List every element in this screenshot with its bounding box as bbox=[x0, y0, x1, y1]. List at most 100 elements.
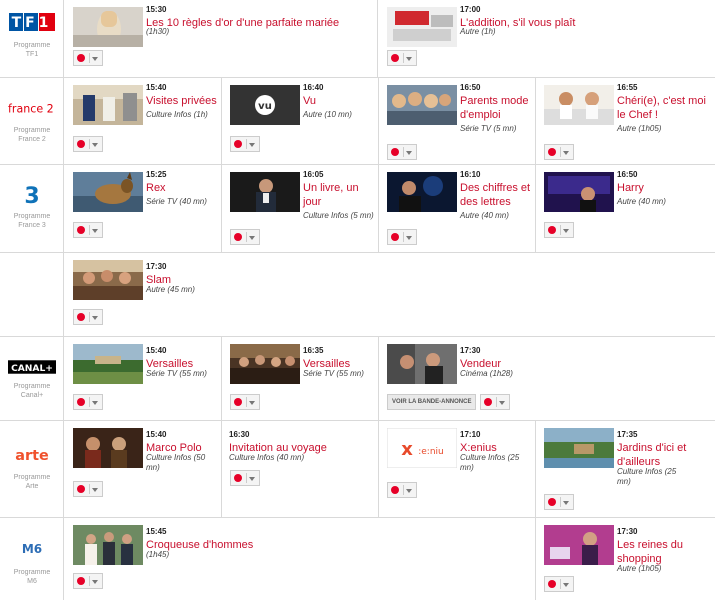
record-button[interactable] bbox=[230, 136, 260, 152]
chevron-down-icon bbox=[92, 488, 98, 492]
program-title[interactable]: Des chiffres et des lettres bbox=[460, 181, 535, 209]
record-icon bbox=[391, 233, 399, 241]
program-thumbnail[interactable] bbox=[73, 428, 143, 468]
program-title[interactable]: Les reines du shopping bbox=[617, 538, 697, 566]
program-time: 15:45 bbox=[146, 527, 167, 536]
record-button[interactable] bbox=[480, 394, 510, 410]
record-button[interactable] bbox=[230, 394, 260, 410]
record-button[interactable] bbox=[387, 482, 417, 498]
program-time: 16:50 bbox=[460, 83, 481, 92]
canal-logo[interactable]: CANAL+ bbox=[8, 355, 56, 379]
program-thumbnail[interactable] bbox=[544, 172, 614, 212]
channel-label-name: France 2 bbox=[18, 136, 46, 143]
record-icon bbox=[234, 140, 242, 148]
arte-logo[interactable]: arte bbox=[8, 443, 56, 467]
channel-blank bbox=[0, 253, 64, 336]
program-meta: Culture Infos (25 mn) bbox=[617, 467, 677, 486]
program-thumbnail[interactable] bbox=[387, 172, 457, 212]
program-title[interactable]: Chéri(e), c'est moi le Chef ! bbox=[617, 94, 709, 122]
program-title[interactable]: Visites privées bbox=[146, 94, 221, 108]
program-meta: Autre (40 mn) bbox=[617, 197, 666, 206]
france2-logo[interactable]: france 2 bbox=[8, 96, 56, 120]
record-button[interactable] bbox=[73, 136, 103, 152]
record-button[interactable] bbox=[73, 394, 103, 410]
program-thumbnail[interactable] bbox=[73, 260, 143, 300]
channel-canal[interactable]: CANAL+ Programme Canal+ bbox=[0, 337, 64, 420]
chevron-down-icon bbox=[249, 401, 255, 405]
program-cell: vu 16:40 Vu Autre (10 mn) bbox=[222, 78, 379, 164]
program-thumbnail[interactable] bbox=[544, 85, 614, 125]
channel-france2[interactable]: france 2 Programme France 2 bbox=[0, 78, 64, 164]
trailer-button[interactable]: VOIR LA BANDE-ANNONCE bbox=[387, 394, 477, 410]
record-button[interactable] bbox=[73, 222, 103, 238]
chevron-down-icon bbox=[249, 477, 255, 481]
program-cell: 16:10 Des chiffres et des lettres Autre … bbox=[379, 165, 536, 252]
program-meta: Autre (1h) bbox=[460, 27, 496, 36]
record-icon bbox=[77, 54, 85, 62]
program-thumbnail[interactable] bbox=[544, 525, 614, 565]
record-button[interactable] bbox=[73, 481, 103, 497]
record-icon bbox=[548, 148, 556, 156]
record-button[interactable] bbox=[544, 144, 574, 160]
program-thumbnail[interactable] bbox=[230, 172, 300, 212]
program-cell: 17:30 Vendeur Cinéma (1h28) VOIR LA BAND… bbox=[379, 337, 715, 420]
program-title[interactable]: Parents mode d'emploi bbox=[460, 94, 535, 122]
program-title[interactable]: L'addition, s'il vous plaît bbox=[460, 16, 700, 30]
program-thumbnail[interactable] bbox=[387, 85, 457, 125]
record-button[interactable] bbox=[73, 50, 103, 66]
program-thumbnail[interactable] bbox=[387, 7, 457, 47]
record-button[interactable] bbox=[387, 144, 417, 160]
france3-logo[interactable]: 3 bbox=[8, 183, 56, 207]
record-icon bbox=[234, 233, 242, 241]
record-button[interactable] bbox=[230, 229, 260, 245]
record-button[interactable] bbox=[387, 50, 417, 66]
program-title[interactable]: Les 10 règles d'or d'une parfaite mariée bbox=[146, 16, 366, 30]
m6-logo[interactable]: M6 bbox=[8, 535, 56, 561]
record-button[interactable] bbox=[544, 494, 574, 510]
program-title[interactable]: Vu bbox=[303, 94, 378, 108]
record-button[interactable] bbox=[387, 229, 417, 245]
program-cell: 16:50 Harry Autre (40 mn) bbox=[536, 165, 715, 252]
program-meta: Culture Infos (1h) bbox=[146, 110, 208, 119]
program-thumbnail[interactable] bbox=[544, 428, 614, 468]
chevron-down-icon bbox=[406, 151, 412, 155]
program-thumbnail[interactable] bbox=[73, 7, 143, 47]
channel-france3[interactable]: 3 Programme France 3 bbox=[0, 165, 64, 252]
channel-tf1[interactable]: TF1 Programme TF1 bbox=[0, 0, 64, 77]
program-cell: 15:45 Croqueuse d'hommes (1h45) bbox=[65, 518, 536, 600]
program-thumbnail[interactable] bbox=[73, 85, 143, 125]
record-button[interactable] bbox=[544, 222, 574, 238]
program-thumbnail[interactable] bbox=[73, 344, 143, 384]
program-title[interactable]: Jardins d'ici et d'ailleurs bbox=[617, 441, 709, 469]
program-title[interactable]: Rex bbox=[146, 181, 221, 195]
channel-arte[interactable]: arte Programme Arte bbox=[0, 421, 64, 517]
m6-logo-text: M6 bbox=[22, 542, 42, 556]
record-icon bbox=[77, 140, 85, 148]
program-meta: Autre (1h05) bbox=[617, 124, 662, 133]
program-title[interactable]: Harry bbox=[617, 181, 709, 195]
program-thumbnail[interactable] bbox=[230, 344, 300, 384]
program-thumbnail[interactable]: x:e:niu bbox=[387, 428, 457, 468]
program-cell: 17:00 L'addition, s'il vous plaît Autre … bbox=[379, 0, 715, 77]
channel-m6[interactable]: M6 Programme M6 bbox=[0, 518, 64, 600]
chevron-down-icon bbox=[92, 580, 98, 584]
program-time: 17:30 bbox=[146, 262, 167, 271]
program-thumbnail[interactable] bbox=[387, 344, 457, 384]
program-thumbnail[interactable] bbox=[73, 525, 143, 565]
program-meta: Culture Infos (25 mn) bbox=[460, 453, 520, 472]
program-meta: Série TV (55 mn) bbox=[303, 369, 364, 378]
record-button[interactable] bbox=[73, 573, 103, 589]
program-thumbnail[interactable]: vu bbox=[230, 85, 300, 125]
tf1-logo[interactable]: TF1 bbox=[8, 10, 56, 34]
program-title[interactable]: Un livre, un jour bbox=[303, 181, 373, 209]
record-button[interactable] bbox=[230, 470, 260, 486]
program-thumbnail[interactable] bbox=[73, 172, 143, 212]
chevron-down-icon bbox=[499, 401, 505, 405]
program-time: 17:30 bbox=[617, 527, 638, 536]
program-time: 16:10 bbox=[460, 170, 481, 179]
record-button[interactable] bbox=[73, 309, 103, 325]
program-cell: 16:35 Versailles Série TV (55 mn) bbox=[222, 337, 379, 420]
record-icon bbox=[548, 226, 556, 234]
record-button[interactable] bbox=[544, 576, 574, 592]
channel-row-france3-continued: 17:30 Slam Autre (45 mn) bbox=[0, 253, 715, 337]
